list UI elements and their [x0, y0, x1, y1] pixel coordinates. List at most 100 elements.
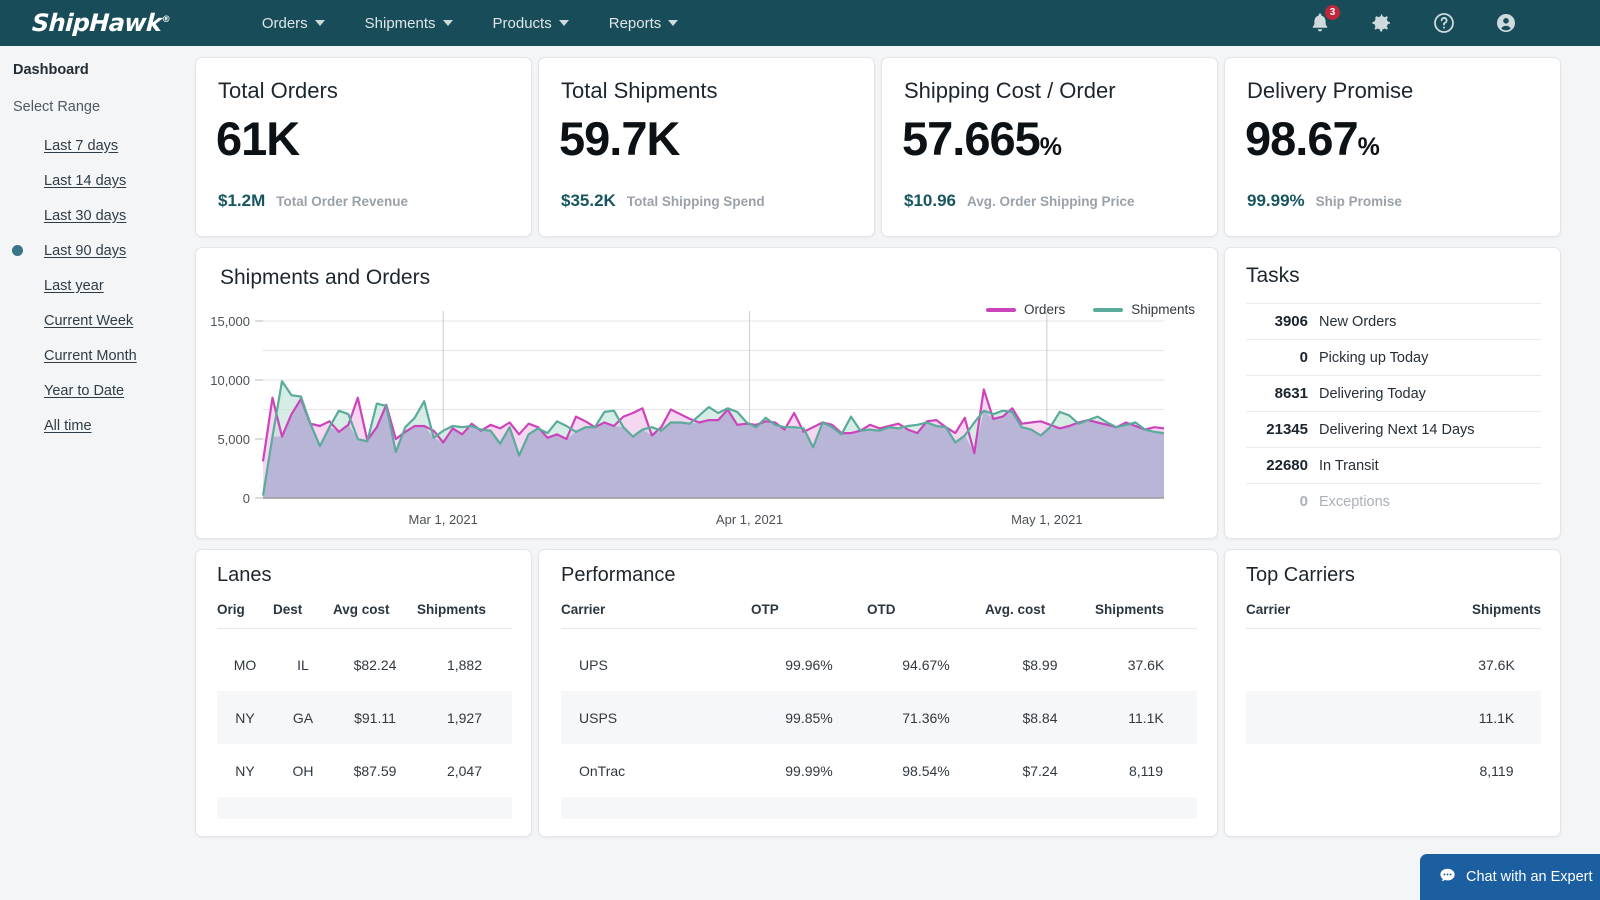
top-navigation-bar: ShipHawk® Orders Shipments Products Repo…	[0, 0, 1600, 46]
kpi-value-number: 57.665	[902, 112, 1041, 165]
cell-carrier: USPS	[579, 709, 618, 726]
range-option-last-30-days[interactable]: Last 30 days	[0, 198, 186, 233]
kpi-card-delivery-promise: Delivery Promise 98.67% 99.99% Ship Prom…	[1224, 57, 1561, 237]
range-option-label: Last 90 days	[44, 242, 127, 259]
column-header-otd: OTD	[867, 602, 896, 617]
table-row[interactable]: 8,119	[1246, 744, 1541, 797]
kpi-card-shipping-cost-per-order: Shipping Cost / Order 57.665% $10.96 Avg…	[881, 57, 1218, 237]
nav-menu: Orders Shipments Products Reports	[262, 15, 679, 32]
account-button[interactable]	[1494, 11, 1518, 35]
range-option-last-year[interactable]: Last year	[0, 268, 186, 303]
task-count: 0	[1299, 493, 1308, 510]
help-button[interactable]	[1432, 11, 1456, 35]
cell-avg-cost: $7.24	[1022, 762, 1058, 779]
column-header-carrier: Carrier	[561, 602, 606, 617]
cell-otp: 99.96%	[785, 656, 833, 673]
top-carriers-card: Top Carriers Carrier Shipments 37.6K 11.…	[1224, 549, 1561, 837]
cell-shipments: 1,927	[446, 709, 483, 726]
task-row-new-orders[interactable]: 3906 New Orders	[1246, 303, 1541, 339]
performance-card: Performance Carrier OTP OTD Avg. cost Sh…	[538, 549, 1218, 837]
nav-item-orders[interactable]: Orders	[262, 15, 325, 32]
divider	[561, 628, 1197, 629]
task-row-picking-up-today[interactable]: 0 Picking up Today	[1246, 339, 1541, 375]
task-row-delivering-next-14-days[interactable]: 21345 Delivering Next 14 Days	[1246, 411, 1541, 447]
range-option-label: Current Month	[44, 347, 137, 364]
range-option-all-time[interactable]: All time	[0, 408, 186, 443]
logo-trademark: ®	[161, 15, 171, 25]
lanes-title: Lanes	[217, 564, 272, 586]
table-row[interactable]: MO IL $82.24 1,882	[217, 638, 512, 691]
selected-radio-icon	[12, 245, 23, 256]
kpi-value-unit: %	[1357, 133, 1380, 161]
table-row[interactable]: OnTrac 99.99% 98.54% $7.24 8,119	[561, 744, 1197, 797]
task-count: 3906	[1274, 313, 1308, 330]
chevron-down-icon	[668, 20, 679, 26]
cell-shipments: 1,882	[446, 656, 483, 673]
lanes-card: Lanes Orig Dest Avg cost Shipments MO IL…	[195, 549, 532, 837]
table-row[interactable]: 37.6K	[1246, 638, 1541, 691]
range-option-current-week[interactable]: Current Week	[0, 303, 186, 338]
table-row[interactable]: NY GA $91.11 1,927	[217, 691, 512, 744]
chevron-down-icon	[558, 20, 569, 26]
svg-text:5,000: 5,000	[217, 432, 250, 447]
notifications-button[interactable]: 3	[1308, 4, 1341, 35]
kpi-value: 61K	[216, 111, 300, 166]
cell-otd: 94.67%	[902, 656, 950, 673]
kpi-footer: 99.99% Ship Promise	[1247, 191, 1402, 211]
kpi-footer-value: $35.2K	[561, 191, 616, 210]
divider	[217, 628, 512, 629]
task-label: In Transit	[1319, 457, 1379, 474]
task-row-exceptions[interactable]: 0 Exceptions	[1246, 483, 1541, 519]
performance-title: Performance	[561, 564, 676, 586]
kpi-title: Shipping Cost / Order	[904, 78, 1116, 103]
nav-item-products[interactable]: Products	[493, 15, 569, 32]
chart-title: Shipments and Orders	[220, 266, 431, 289]
cell-orig: MO	[233, 656, 257, 673]
shiphawk-logo[interactable]: ShipHawk®	[31, 9, 170, 37]
range-option-year-to-date[interactable]: Year to Date	[0, 373, 186, 408]
kpi-footer-value: $1.2M	[218, 191, 266, 210]
nav-icon-group: 3	[1308, 4, 1518, 35]
svg-text:0: 0	[243, 491, 250, 506]
tasks-card: Tasks 3906 New Orders 0 Picking up Today…	[1224, 247, 1561, 539]
task-count: 22680	[1266, 457, 1308, 474]
table-row[interactable]: USPS 99.85% 71.36% $8.84 11.1K	[561, 691, 1197, 744]
table-row[interactable]: 11.1K	[1246, 691, 1541, 744]
chart-plot-area: 0 5,000 10,000 15,000 Mar 1, 2021 Apr 1, 2021…	[196, 296, 1207, 536]
kpi-value-number: 98.67	[1245, 112, 1359, 165]
table-row[interactable]: NY OH $87.59 2,047	[217, 744, 512, 797]
svg-text:10,000: 10,000	[210, 373, 250, 388]
column-header-orig: Orig	[217, 602, 245, 617]
column-header-shipments: Shipments	[417, 602, 487, 617]
lanes-header-row: Orig Dest Avg cost Shipments	[217, 602, 512, 617]
svg-text:15,000: 15,000	[210, 314, 250, 329]
table-row[interactable]: UPS 99.96% 94.67% $8.99 37.6K	[561, 638, 1197, 691]
range-option-last-14-days[interactable]: Last 14 days	[0, 163, 186, 198]
column-header-shipments: Shipments	[1471, 602, 1541, 617]
range-option-current-month[interactable]: Current Month	[0, 338, 186, 373]
cell-shipments: 11.1K	[1128, 709, 1164, 726]
kpi-value-unit: %	[1039, 133, 1062, 161]
chat-with-expert-button[interactable]: Chat with an Expert	[1420, 854, 1600, 900]
task-label: Delivering Today	[1319, 385, 1426, 402]
chevron-down-icon	[442, 20, 453, 26]
nav-item-reports[interactable]: Reports	[609, 15, 679, 32]
performance-header-row: Carrier OTP OTD Avg. cost Shipments	[561, 602, 1197, 617]
range-option-last-90-days[interactable]: Last 90 days	[0, 233, 186, 268]
range-option-last-7-days[interactable]: Last 7 days	[0, 128, 186, 163]
kpi-footer-label: Total Shipping Spend	[626, 194, 765, 209]
cell-orig: NY	[235, 762, 255, 779]
nav-item-shipments[interactable]: Shipments	[365, 15, 453, 32]
kpi-card-total-shipments: Total Shipments 59.7K $35.2K Total Shipp…	[538, 57, 875, 237]
column-header-avg-cost: Avg cost	[333, 602, 390, 617]
range-option-label: Year to Date	[44, 382, 125, 399]
cell-dest: IL	[297, 656, 309, 673]
cell-avg-cost: $82.24	[353, 656, 397, 673]
task-row-delivering-today[interactable]: 8631 Delivering Today	[1246, 375, 1541, 411]
task-row-in-transit[interactable]: 22680 In Transit	[1246, 447, 1541, 483]
chevron-down-icon	[314, 20, 325, 26]
settings-button[interactable]	[1370, 11, 1394, 35]
cell-shipments: 8,119	[1479, 762, 1514, 779]
cell-shipments: 8,119	[1129, 762, 1163, 779]
notification-badge: 3	[1324, 4, 1341, 21]
